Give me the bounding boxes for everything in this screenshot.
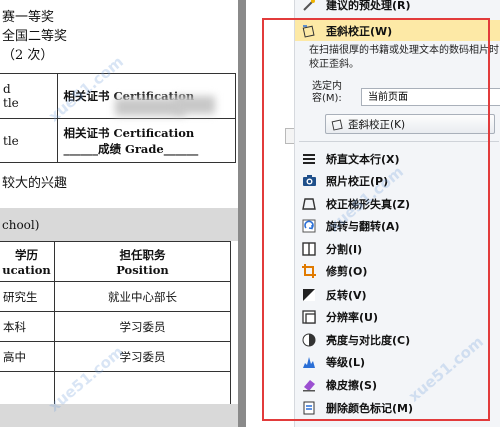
straighten-lines-icon	[301, 151, 317, 167]
deskew-icon	[301, 23, 317, 39]
split-icon	[301, 241, 317, 257]
histogram-icon	[301, 354, 317, 370]
menu-item-eraser[interactable]: 橡皮擦(S)	[295, 374, 500, 395]
scope-label: 选定内 容(M):	[312, 81, 342, 104]
cert-cell: 相关证书 Certification ______成绩 Grade______	[56, 118, 237, 163]
brightness-icon	[301, 332, 317, 348]
menu-item-brightness-contrast[interactable]: 亮度与对比度(C)	[295, 329, 500, 350]
menu-item-suggested-preprocessing[interactable]: 建议的预处理(R)	[295, 0, 500, 15]
separator	[299, 141, 499, 142]
section-bar	[0, 404, 238, 427]
redacted-area	[175, 96, 215, 114]
menu-item-levels[interactable]: 等级(L)	[295, 351, 500, 372]
edu-cell: 研究生	[0, 281, 55, 312]
menu-item-trapezoid[interactable]: 校正梯形失真(Z)	[295, 193, 500, 214]
deskew-description: 在扫描很厚的书籍或处理文本的数码相片时校正歪斜。	[309, 45, 499, 70]
edu-header: 学历 ucation	[0, 241, 55, 282]
menu-item-resolution[interactable]: 分辨率(U)	[295, 306, 500, 327]
interest-line: 较大的兴趣	[2, 176, 68, 191]
image-editor-panel: 建议的预处理(R) 歪斜校正(W) 在扫描很厚的书籍或处理文本的数码相片时校正歪…	[294, 0, 500, 427]
section-title: chool)	[2, 218, 40, 232]
position-cell	[54, 371, 231, 406]
menu-item-crop[interactable]: 修剪(O)	[295, 260, 500, 281]
camera-icon	[301, 173, 317, 189]
document-view: 赛一等奖 全国二等奖 （2 次） d tle 相关证书 Certification…	[0, 0, 238, 427]
scope-value: 当前页面	[368, 92, 408, 103]
menu-item-remove-color-marks[interactable]: 删除颜色标记(M)	[295, 397, 500, 418]
menu-item-photo-correction[interactable]: 照片校正(P)	[295, 170, 500, 191]
certificate-table: d tle 相关证书 Certification tle 相关证书 Certifi…	[0, 73, 237, 163]
award-line-3: （2 次）	[2, 48, 54, 63]
cert-left-cell: d tle	[0, 73, 58, 119]
menu-item-rotate-flip[interactable]: 旋转与翻转(A)	[295, 215, 500, 236]
rotate-icon	[301, 218, 317, 234]
eraser-icon	[301, 377, 317, 393]
menu-item-straighten-text[interactable]: 矫直文本行(X)	[295, 148, 500, 169]
edu-cell: 本科	[0, 311, 55, 342]
deskew-icon	[331, 118, 344, 138]
trapezoid-icon	[301, 196, 317, 212]
position-cell: 学习委员	[54, 341, 231, 372]
workspace-gap	[246, 0, 280, 427]
position-cell: 学习委员	[54, 311, 231, 342]
position-header: 担任职务 Position	[54, 241, 231, 282]
education-table: 学历 ucation 担任职务 Position 研究生 就业中心部长 本科 学习委…	[0, 241, 231, 406]
award-line-1: 赛一等奖	[2, 10, 55, 25]
award-line-2: 全国二等奖	[2, 29, 68, 44]
menu-item-invert[interactable]: 反转(V)	[295, 284, 500, 305]
edu-cell	[0, 371, 55, 406]
scope-dropdown[interactable]: 当前页面	[361, 88, 500, 106]
menu-item-deskew[interactable]: 歪斜校正(W)	[295, 20, 500, 41]
resolution-icon	[301, 309, 317, 325]
splitter[interactable]	[238, 0, 246, 427]
wand-icon	[301, 0, 317, 13]
invert-icon	[301, 287, 317, 303]
deskew-button[interactable]: 歪斜校正(K)	[325, 114, 495, 134]
edu-cell: 高中	[0, 341, 55, 372]
menu-item-split[interactable]: 分割(I)	[295, 238, 500, 259]
remove-color-marks-icon	[301, 400, 317, 416]
crop-icon	[301, 263, 317, 279]
section-bar: chool)	[0, 208, 238, 241]
cert-left-cell: tle	[0, 118, 58, 163]
position-cell: 就业中心部长	[54, 281, 231, 312]
